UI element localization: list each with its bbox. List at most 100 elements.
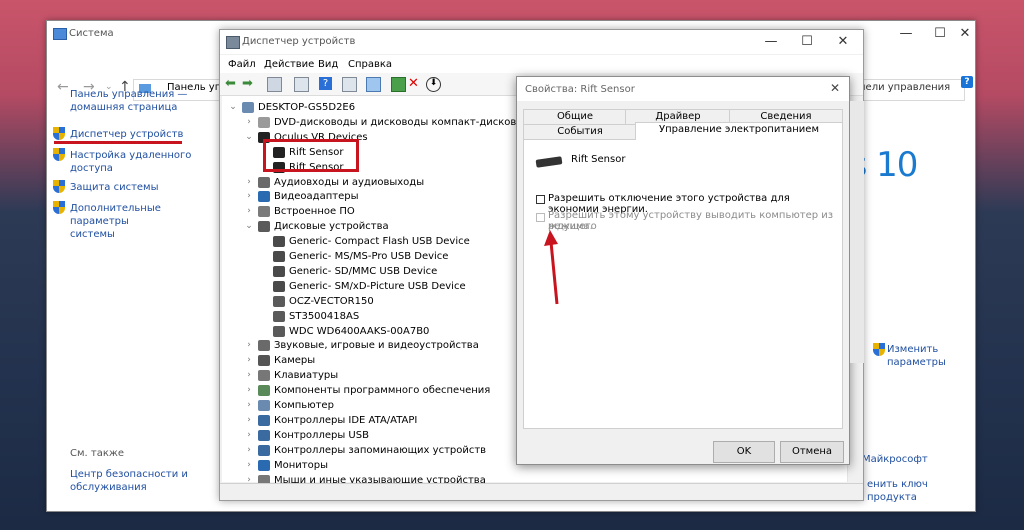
allow-wake-checkbox[interactable] bbox=[536, 213, 545, 222]
shield-icon bbox=[873, 343, 885, 356]
system-maximize-button[interactable]: ☐ bbox=[923, 21, 957, 47]
expand-arrow-icon[interactable]: › bbox=[244, 413, 254, 428]
devmgr-minimize-button[interactable]: — bbox=[754, 30, 788, 54]
storage-controller-icon bbox=[258, 444, 270, 456]
power-management-panel: Rift Sensor Разрешить отключение этого у… bbox=[523, 139, 843, 429]
shield-icon bbox=[53, 201, 65, 214]
uninstall-icon[interactable]: ✕ bbox=[408, 77, 421, 90]
expand-arrow-icon[interactable]: › bbox=[244, 443, 254, 458]
change-settings-link[interactable]: Изменить параметры bbox=[887, 343, 946, 369]
expand-arrow-icon[interactable]: › bbox=[244, 398, 254, 413]
nav-device-manager[interactable]: Диспетчер устройств bbox=[70, 128, 183, 141]
nav-advanced-settings[interactable]: Дополнительные параметры системы bbox=[70, 202, 219, 241]
usb-disk-icon bbox=[273, 251, 285, 262]
back-arrow-icon[interactable]: ⬅ bbox=[225, 77, 238, 90]
system-minimize-button[interactable]: — bbox=[889, 21, 923, 47]
expand-arrow-icon[interactable]: › bbox=[244, 353, 254, 368]
nav-remote-settings[interactable]: Настройка удаленного доступа bbox=[70, 149, 191, 175]
download-icon[interactable]: ⬇ bbox=[426, 77, 441, 92]
annotation-arrow bbox=[544, 230, 559, 305]
tree-row-label: Звуковые, игровые и видеоустройства bbox=[274, 340, 479, 352]
allow-power-off-checkbox[interactable] bbox=[536, 195, 545, 204]
devmgr-close-button[interactable]: ✕ bbox=[826, 30, 860, 54]
devmgr-app-icon bbox=[226, 36, 240, 49]
collapse-arrow-icon[interactable]: ⌄ bbox=[244, 219, 254, 234]
collapse-arrow-icon[interactable]: ⌄ bbox=[244, 130, 254, 145]
expand-arrow-icon[interactable]: › bbox=[244, 175, 254, 190]
system-app-icon bbox=[53, 28, 67, 40]
menu-help[interactable]: Справка bbox=[348, 59, 392, 70]
props-close-button[interactable]: ✕ bbox=[825, 81, 845, 97]
collapse-arrow-icon[interactable]: ⌄ bbox=[228, 100, 238, 115]
expand-arrow-icon[interactable]: › bbox=[244, 338, 254, 353]
security-center-link[interactable]: Центр безопасности и обслуживания bbox=[70, 468, 188, 494]
monitor-icon bbox=[258, 459, 270, 471]
tree-row-label: Контроллеры USB bbox=[274, 429, 369, 441]
tree-row-label: Generic- SD/MMC USB Device bbox=[289, 265, 438, 277]
tab-power-management[interactable]: Управление электропитанием bbox=[635, 122, 843, 140]
cancel-button[interactable]: Отмена bbox=[780, 441, 844, 463]
expand-arrow-icon[interactable]: › bbox=[244, 115, 254, 130]
expand-arrow-icon[interactable]: › bbox=[244, 368, 254, 383]
help-icon[interactable]: ? bbox=[961, 76, 973, 88]
menu-view[interactable]: Вид bbox=[318, 59, 338, 70]
update-driver-icon[interactable] bbox=[391, 77, 406, 92]
tree-row-label: ST3500418AS bbox=[289, 310, 360, 322]
change-product-key-link[interactable]: енить ключ продукта bbox=[867, 478, 975, 504]
nav-system-protection[interactable]: Защита системы bbox=[70, 181, 159, 194]
control-panel-home-link[interactable]: Панель управления — домашняя страница bbox=[70, 88, 187, 114]
nav-remote-settings-line2: доступа bbox=[70, 163, 113, 174]
dvd-drive-icon bbox=[258, 116, 270, 128]
keyboard-icon bbox=[258, 370, 270, 382]
expand-arrow-icon[interactable]: › bbox=[244, 204, 254, 219]
tree-row-label: Компоненты программного обеспечения bbox=[274, 385, 491, 397]
devmgr-menubar: Файл Действие Вид Справка bbox=[220, 55, 863, 73]
tree-row-label: Мониторы bbox=[274, 459, 328, 471]
properties-icon[interactable] bbox=[342, 77, 357, 92]
tab-events[interactable]: События bbox=[523, 124, 637, 140]
tree-row-label: Дисковые устройства bbox=[274, 221, 389, 233]
usb-device-icon bbox=[535, 156, 563, 168]
tree-row-label: Generic- Compact Flash USB Device bbox=[289, 236, 470, 248]
tree-row-label: Generic- SM/xD-Picture USB Device bbox=[289, 280, 466, 292]
menu-file[interactable]: Файл bbox=[228, 59, 256, 70]
firmware-icon bbox=[258, 206, 270, 218]
tree-row-label: Контроллеры запоминающих устройств bbox=[274, 444, 487, 456]
devmgr-maximize-button[interactable]: ☐ bbox=[790, 30, 824, 54]
expand-arrow-icon[interactable]: › bbox=[244, 189, 254, 204]
system-title: Система bbox=[69, 28, 114, 39]
expand-arrow-icon[interactable]: › bbox=[244, 383, 254, 398]
help-icon[interactable]: ? bbox=[319, 77, 332, 90]
disk-drive-icon bbox=[258, 221, 270, 233]
expand-arrow-icon[interactable]: › bbox=[244, 428, 254, 443]
speaker-icon bbox=[258, 340, 270, 352]
tree-row-label: Контроллеры IDE ATA/ATAPI bbox=[274, 414, 418, 426]
properties-view-icon[interactable] bbox=[267, 77, 282, 92]
see-also-heading: См. также bbox=[70, 448, 125, 459]
devmgr-title: Диспетчер устройств bbox=[242, 36, 356, 47]
tab-general[interactable]: Общие bbox=[523, 109, 627, 125]
scan-hardware-icon[interactable] bbox=[366, 77, 381, 92]
props-title: Свойства: Rift Sensor bbox=[525, 84, 635, 95]
nav-advanced-settings-line1: Дополнительные параметры bbox=[70, 203, 161, 227]
forward-arrow-icon[interactable]: ➡ bbox=[242, 77, 255, 90]
ok-button[interactable]: OK bbox=[713, 441, 775, 463]
usb-disk-icon bbox=[273, 265, 285, 277]
control-panel-home-line2: домашняя страница bbox=[70, 102, 178, 113]
tree-row-label: Камеры bbox=[274, 355, 316, 367]
tree-row-label: OCZ-VECTOR150 bbox=[289, 295, 374, 307]
display-adapter-icon bbox=[258, 191, 270, 203]
tree-row-label: Компьютер bbox=[274, 400, 334, 411]
nav-device-manager-label: Диспетчер устройств bbox=[70, 129, 184, 140]
change-settings-line1: Изменить bbox=[887, 344, 939, 355]
props-side-strip bbox=[850, 101, 864, 363]
menu-action[interactable]: Действие bbox=[264, 59, 314, 70]
expand-arrow-icon[interactable]: › bbox=[244, 458, 254, 473]
tree-row-label: DVD-дисководы и дисководы компакт-дисков bbox=[274, 116, 517, 128]
computer-icon bbox=[258, 400, 270, 411]
change-settings-line2: параметры bbox=[887, 357, 946, 368]
software-component-icon bbox=[258, 385, 270, 397]
show-hide-icon[interactable] bbox=[294, 77, 309, 92]
system-close-button[interactable]: ✕ bbox=[955, 21, 975, 47]
microsoft-link[interactable]: Майкрософт bbox=[862, 453, 928, 466]
